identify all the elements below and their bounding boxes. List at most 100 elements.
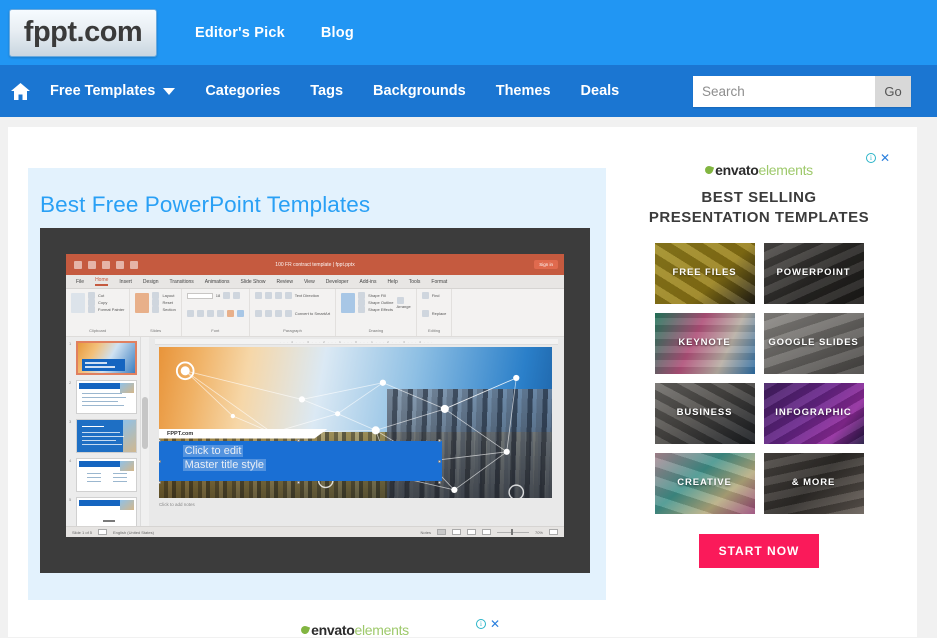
find-icon[interactable] [421,292,429,299]
section-icon[interactable] [152,306,160,313]
increase-font-icon[interactable] [223,292,231,299]
shape-fill-icon[interactable] [358,292,366,299]
align-left-icon[interactable] [254,310,262,317]
ad-tile-keynote[interactable]: KEYNOTE [654,312,755,374]
ppt-tab-help[interactable]: Help [387,279,397,285]
ad-tile-creative[interactable]: CREATIVE [654,452,755,514]
ppt-signin-button[interactable]: Sign in [534,260,558,269]
format-painter-icon[interactable] [88,306,95,313]
ad-tile-free-files[interactable]: FREE FILES [654,242,755,304]
ppt-notes-pane[interactable]: Click to add notes [159,500,552,515]
nav-item-backgrounds[interactable]: Backgrounds [373,83,466,99]
nav-item-categories[interactable]: Categories [205,83,280,99]
decrease-indent-icon[interactable] [274,292,282,299]
underline-icon[interactable] [206,310,214,317]
scrollbar-thumb[interactable] [142,397,148,449]
font-family-select[interactable] [186,292,213,299]
ad-tile-infographic[interactable]: INFOGRAPHIC [763,382,864,444]
home-button[interactable] [0,65,40,117]
normal-view-icon[interactable] [436,529,446,535]
numbering-icon[interactable] [264,292,272,299]
slideshow-view-icon[interactable] [481,529,491,535]
powerpoint-screenshot[interactable]: 100 FR contract template | fppt.pptx Sig… [40,228,590,573]
ppt-tab-design[interactable]: Design [143,279,159,285]
ppt-thumbnail-5[interactable] [75,497,137,526]
fit-to-window-icon[interactable] [549,529,558,535]
ppt-thumbnail-3[interactable] [75,419,137,453]
ppt-thumbnail-row[interactable]: 3 [69,419,137,453]
ppt-notes-toggle[interactable]: Notes [421,530,431,535]
ppt-tab-slide-show[interactable]: Slide Show [241,279,266,285]
topnav-item-blog[interactable]: Blog [321,25,354,41]
ppt-tab-view[interactable]: View [304,279,315,285]
ppt-tab-insert[interactable]: Insert [119,279,132,285]
italic-icon[interactable] [196,310,204,317]
text-highlight-icon[interactable] [236,310,244,317]
ppt-current-slide[interactable]: FPPT.com Click to edit Master title styl… [159,347,552,498]
reset-icon[interactable] [152,299,160,306]
sorter-view-icon[interactable] [451,529,461,535]
ppt-thumbnail-1[interactable] [75,341,137,375]
paste-icon[interactable] [71,292,85,313]
info-icon[interactable]: i [475,619,486,629]
start-now-button[interactable]: START NOW [698,533,820,568]
search-input[interactable] [693,76,875,107]
strikethrough-icon[interactable] [216,310,224,317]
ppt-tab-home[interactable]: Home [95,277,109,286]
nav-item-free-templates[interactable]: Free Templates [50,83,176,99]
ppt-tab-file[interactable]: File [76,279,84,285]
shape-outline-icon[interactable] [358,299,366,306]
justify-icon[interactable] [284,310,292,317]
align-center-icon[interactable] [264,310,272,317]
close-icon[interactable]: ✕ [490,618,500,630]
nav-item-tags[interactable]: Tags [310,83,343,99]
new-slide-icon[interactable] [135,292,150,313]
font-color-icon[interactable] [226,310,234,317]
layout-icon[interactable] [152,292,160,299]
ad-tile-powerpoint[interactable]: POWERPOINT [763,242,864,304]
ppt-thumbnail-row[interactable]: 5 [69,497,137,526]
close-icon[interactable]: ✕ [880,152,890,164]
ppt-tab-transitions[interactable]: Transitions [170,279,194,285]
resize-handle[interactable] [438,480,442,484]
ppt-thumbnail-2[interactable] [75,380,137,414]
ppt-thumbnail-scrollbar[interactable] [141,337,149,526]
align-right-icon[interactable] [274,310,282,317]
nav-item-deals[interactable]: Deals [581,83,620,99]
nav-item-themes[interactable]: Themes [496,83,551,99]
cut-icon[interactable] [88,292,95,299]
zoom-slider[interactable] [496,529,529,535]
ad-tile-more[interactable]: & MORE [763,452,864,514]
site-logo[interactable]: fppt.com [9,8,157,57]
shape-effects-icon[interactable] [358,306,366,313]
ppt-tab-review[interactable]: Review [277,279,293,285]
reading-view-icon[interactable] [466,529,476,535]
topnav-item-editors-pick[interactable]: Editor's Pick [195,25,285,41]
ppt-tab-tools[interactable]: Tools [409,279,421,285]
accessibility-icon[interactable] [98,529,108,535]
ad-tile-business[interactable]: BUSINESS [654,382,755,444]
ppt-tab-developer[interactable]: Developer [326,279,349,285]
copy-icon[interactable] [88,299,95,306]
resize-handle[interactable] [296,439,300,443]
bullets-icon[interactable] [254,292,262,299]
ppt-slide-thumbnail-panel[interactable]: 1 2 3 4 5 [66,337,141,526]
info-icon[interactable]: i [865,153,876,163]
ppt-tab-addins[interactable]: Add-ins [359,279,376,285]
ppt-thumbnail-row[interactable]: 4 [69,458,137,492]
decrease-font-icon[interactable] [233,292,241,299]
bold-icon[interactable] [186,310,194,317]
resize-handle[interactable] [296,480,300,484]
ppt-tab-animations[interactable]: Animations [205,279,230,285]
arrange-icon[interactable] [396,296,404,304]
ppt-thumbnail-row[interactable]: 2 [69,380,137,414]
increase-indent-icon[interactable] [284,292,292,299]
ppt-tab-format[interactable]: Format [431,279,447,285]
ppt-thumbnail-4[interactable] [75,458,137,492]
replace-icon[interactable] [421,310,429,317]
zoom-slider-knob[interactable] [510,529,513,535]
resize-handle[interactable] [159,480,161,484]
ppt-thumbnail-row[interactable]: 1 [69,341,137,375]
ad-tile-google-slides[interactable]: GOOGLE SLIDES [763,312,864,374]
search-go-button[interactable]: Go [875,76,911,107]
